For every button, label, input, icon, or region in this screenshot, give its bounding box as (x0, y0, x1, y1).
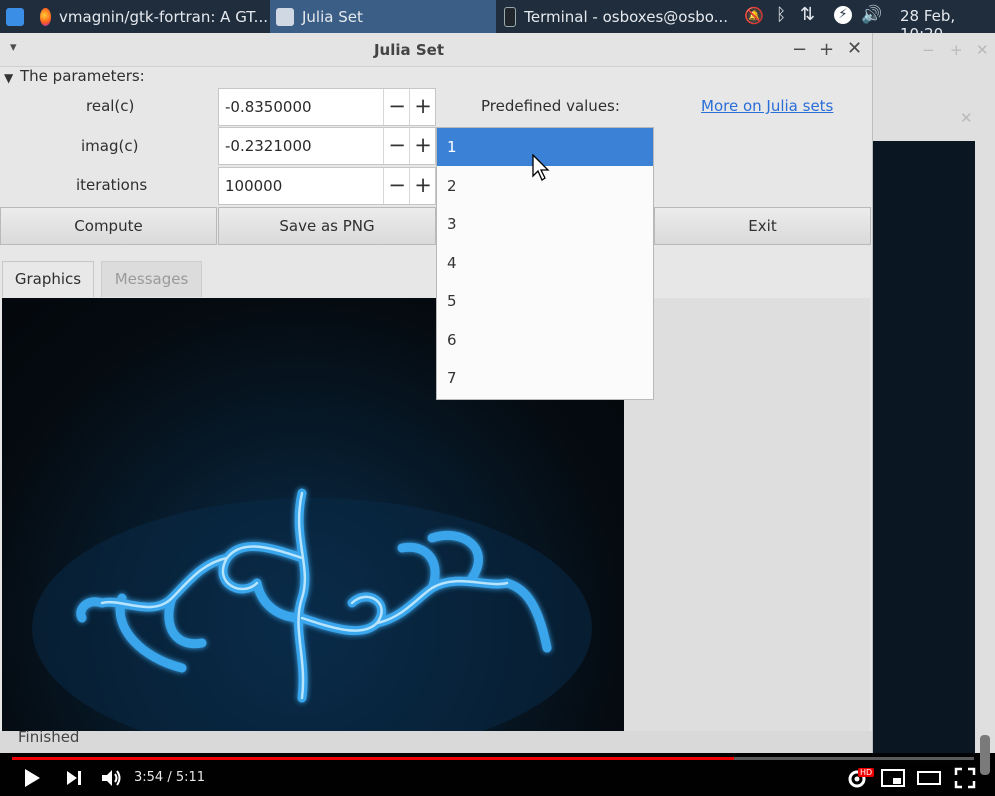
volume-icon[interactable]: 🔊 (861, 5, 882, 25)
window-title: Julia Set (373, 41, 445, 59)
video-time: 3:54 / 5:11 (134, 770, 206, 785)
taskbar-item-terminal[interactable]: Terminal - osboxes@osbo... (500, 0, 728, 33)
mouse-cursor-icon (532, 154, 550, 181)
hd-badge: HD (858, 768, 875, 777)
tab-messages[interactable]: Messages (101, 261, 202, 297)
bluetooth-icon[interactable]: ᛒ (776, 5, 786, 25)
canvas-filler (624, 298, 870, 731)
dropdown-option[interactable]: 6 (437, 321, 653, 359)
dropdown-option[interactable]: 4 (437, 244, 653, 282)
taskbar: vmagnin/gtk-fortran: A GT... Julia Set T… (0, 0, 995, 43)
close-tab-icon: ✕ (960, 109, 973, 127)
compute-button[interactable]: Compute (0, 207, 217, 245)
close-icon[interactable]: ✕ (847, 38, 862, 59)
imag-decrement-button[interactable]: − (383, 128, 410, 164)
minimize-icon: − (922, 41, 935, 59)
real-label: real(c) (86, 97, 135, 115)
iterations-spinbutton[interactable]: 100000 − + (218, 167, 436, 205)
network-icon[interactable]: ⇅ (800, 4, 815, 25)
real-increment-button[interactable]: + (409, 89, 436, 125)
taskbar-item-julia[interactable]: Julia Set (270, 0, 496, 33)
maximize-icon[interactable]: + (819, 39, 834, 60)
video-progress-fill (12, 757, 734, 760)
status-bar (0, 731, 872, 753)
status-text: Finished (18, 728, 80, 746)
imag-spinbutton[interactable]: -0.2321000 − + (218, 127, 436, 165)
terminal-area (872, 141, 975, 761)
dropdown-option[interactable]: 7 (437, 359, 653, 397)
real-decrement-button[interactable]: − (383, 89, 410, 125)
app-menu-icon[interactable] (6, 0, 26, 33)
maximize-icon: + (950, 41, 963, 59)
tab-graphics[interactable]: Graphics (2, 261, 94, 297)
next-icon[interactable] (64, 768, 84, 788)
exit-button[interactable]: Exit (654, 207, 871, 245)
predefined-label: Predefined values: (481, 97, 620, 115)
firefox-icon (40, 7, 52, 26)
window-icon (276, 7, 294, 26)
save-png-button[interactable]: Save as PNG (218, 207, 436, 245)
iterations-input[interactable]: 100000 (225, 177, 282, 195)
imag-increment-button[interactable]: + (409, 128, 436, 164)
real-spinbutton[interactable]: -0.8350000 − + (218, 88, 436, 126)
dropdown-option[interactable]: 3 (437, 205, 653, 243)
dropdown-option[interactable]: 5 (437, 282, 653, 320)
title-bar[interactable]: ▾ Julia Set − + ✕ (0, 33, 872, 67)
iterations-label: iterations (76, 176, 148, 194)
parameters-expander[interactable]: ▼ The parameters: (4, 67, 145, 86)
notifications-muted-icon[interactable]: 🔕 (744, 6, 764, 25)
miniplayer-icon[interactable] (881, 768, 905, 788)
volume-control-icon[interactable] (100, 767, 124, 789)
scrollbar[interactable] (980, 735, 990, 775)
real-input[interactable]: -0.8350000 (225, 98, 312, 116)
iterations-increment-button[interactable]: + (409, 168, 436, 204)
theater-mode-icon[interactable] (917, 768, 941, 788)
minimize-icon[interactable]: − (792, 39, 807, 60)
power-icon[interactable]: ⚡ (834, 6, 852, 24)
expander-arrow-icon: ▼ (4, 71, 14, 85)
fullscreen-icon[interactable] (954, 767, 976, 789)
play-icon[interactable] (22, 767, 42, 789)
taskbar-item-firefox[interactable]: vmagnin/gtk-fortran: A GT... (40, 0, 268, 33)
close-icon: ✕ (976, 41, 989, 59)
imag-input[interactable]: -0.2321000 (225, 137, 312, 155)
expander-label: The parameters: (20, 67, 145, 85)
julia-sets-link[interactable]: More on Julia sets (701, 97, 833, 115)
imag-label: imag(c) (81, 137, 139, 155)
terminal-icon (504, 6, 517, 27)
background-window: − + ✕ ✕ (872, 33, 995, 761)
iterations-decrement-button[interactable]: − (383, 168, 410, 204)
